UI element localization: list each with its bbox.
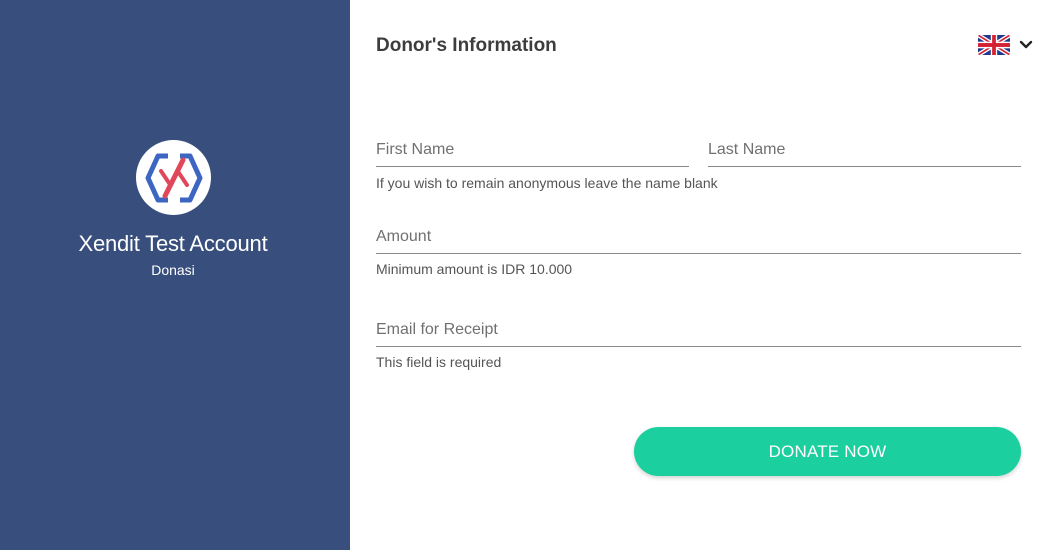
email-field-wrapper	[376, 313, 1021, 347]
first-name-field-wrapper	[376, 133, 689, 167]
language-selector[interactable]	[978, 33, 1038, 57]
chevron-down-icon	[1019, 40, 1033, 49]
amount-hint: Minimum amount is IDR 10.000	[376, 261, 573, 277]
amount-field-wrapper	[376, 220, 1021, 254]
name-hint: If you wish to remain anonymous leave th…	[376, 175, 718, 191]
page-type-label: Donasi	[151, 262, 195, 278]
last-name-input[interactable]	[708, 133, 1021, 166]
uk-flag-icon	[978, 35, 1010, 55]
xendit-logo-icon	[136, 140, 211, 215]
donation-page: Xendit Test Account Donasi Donor's Infor…	[0, 0, 1053, 550]
last-name-field-wrapper	[708, 133, 1021, 167]
form-heading: Donor's Information	[376, 35, 557, 56]
brand-panel: Xendit Test Account Donasi	[0, 0, 350, 550]
amount-input[interactable]	[376, 220, 1021, 253]
email-required-hint: This field is required	[376, 354, 502, 370]
email-input[interactable]	[376, 313, 1021, 346]
account-name: Xendit Test Account	[78, 231, 268, 256]
donate-now-button[interactable]: DONATE NOW	[634, 427, 1021, 476]
first-name-input[interactable]	[376, 133, 689, 166]
